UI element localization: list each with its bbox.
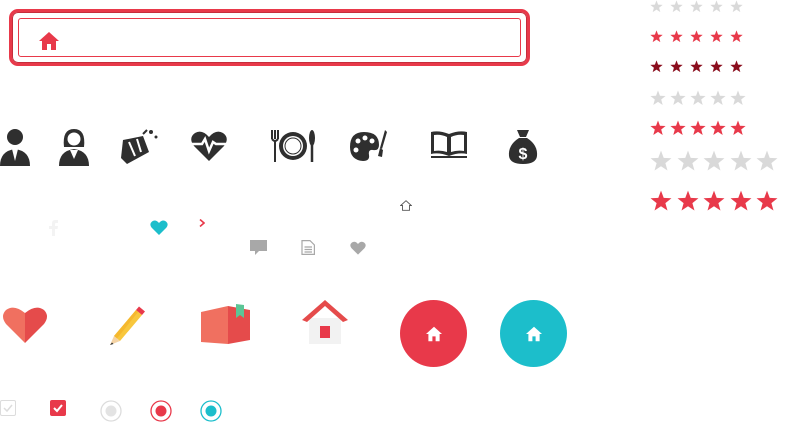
star-icon[interactable] (670, 90, 686, 106)
book-icon (431, 131, 467, 158)
rating-gray-small[interactable] (650, 0, 750, 13)
female-user-icon (59, 129, 89, 166)
star-icon[interactable] (690, 0, 703, 13)
rating-red-small[interactable] (650, 30, 750, 43)
palette-icon (350, 130, 387, 161)
dining-icon (271, 130, 315, 162)
heart-icon[interactable] (150, 220, 168, 235)
star-icon[interactable] (703, 150, 725, 172)
star-icon[interactable] (650, 60, 663, 73)
home-outline-icon[interactable] (400, 200, 412, 211)
house-flat-icon (302, 300, 348, 344)
star-icon[interactable] (677, 190, 699, 212)
star-icon[interactable] (690, 60, 703, 73)
rating-gray-large[interactable] (650, 150, 783, 172)
facebook-icon[interactable] (49, 220, 58, 236)
star-icon[interactable] (650, 90, 666, 106)
star-icon[interactable] (650, 30, 663, 43)
star-icon[interactable] (710, 30, 723, 43)
star-icon[interactable] (730, 90, 746, 106)
home-icon (39, 32, 59, 50)
star-icon[interactable] (670, 30, 683, 43)
star-icon[interactable] (730, 120, 746, 136)
checkbox-checked[interactable] (50, 400, 66, 416)
rating-red-large[interactable] (650, 190, 783, 212)
star-icon[interactable] (690, 30, 703, 43)
radio-selected-red[interactable] (150, 400, 172, 422)
star-icon[interactable] (677, 150, 699, 172)
money-bag-icon: $ (508, 130, 538, 164)
home-icon (525, 326, 542, 341)
star-icon[interactable] (730, 150, 752, 172)
home-button-red[interactable] (400, 300, 467, 367)
document-icon[interactable] (301, 240, 315, 255)
star-icon[interactable] (650, 120, 666, 136)
male-user-icon (0, 129, 30, 166)
star-icon[interactable] (730, 190, 752, 212)
heart-small-icon[interactable] (350, 241, 366, 255)
star-icon[interactable] (650, 190, 672, 212)
star-icon[interactable] (756, 190, 778, 212)
star-icon[interactable] (730, 0, 743, 13)
heartbeat-icon (191, 131, 227, 161)
star-icon[interactable] (670, 0, 683, 13)
star-icon[interactable] (670, 120, 686, 136)
star-icon[interactable] (690, 90, 706, 106)
star-icon[interactable] (710, 90, 726, 106)
star-icon[interactable] (703, 190, 725, 212)
svg-text:$: $ (519, 146, 528, 163)
star-icon[interactable] (730, 30, 743, 43)
star-icon[interactable] (690, 120, 706, 136)
search-bar[interactable] (9, 9, 530, 66)
checkbox-unchecked[interactable] (0, 400, 16, 416)
home-button-teal[interactable] (500, 300, 567, 367)
home-icon (425, 326, 442, 341)
star-icon[interactable] (710, 60, 723, 73)
radio-unselected[interactable] (100, 400, 122, 422)
star-icon[interactable] (650, 150, 672, 172)
rating-darkred-small[interactable] (650, 60, 750, 73)
book-flat-icon (201, 304, 250, 344)
star-icon[interactable] (650, 0, 663, 13)
star-icon[interactable] (670, 60, 683, 73)
pencil-flat-icon (110, 306, 145, 345)
cleaning-icon (121, 129, 158, 164)
search-field[interactable] (18, 18, 521, 57)
star-icon[interactable] (710, 120, 726, 136)
rating-gray-medium[interactable] (650, 90, 750, 106)
star-icon[interactable] (730, 60, 743, 73)
radio-selected-teal[interactable] (200, 400, 222, 422)
heart-flat-icon (3, 307, 47, 343)
star-icon[interactable] (710, 0, 723, 13)
comment-icon[interactable] (250, 240, 267, 255)
chevron-right-icon[interactable] (199, 219, 205, 227)
star-icon[interactable] (756, 150, 778, 172)
rating-red-medium[interactable] (650, 120, 750, 136)
